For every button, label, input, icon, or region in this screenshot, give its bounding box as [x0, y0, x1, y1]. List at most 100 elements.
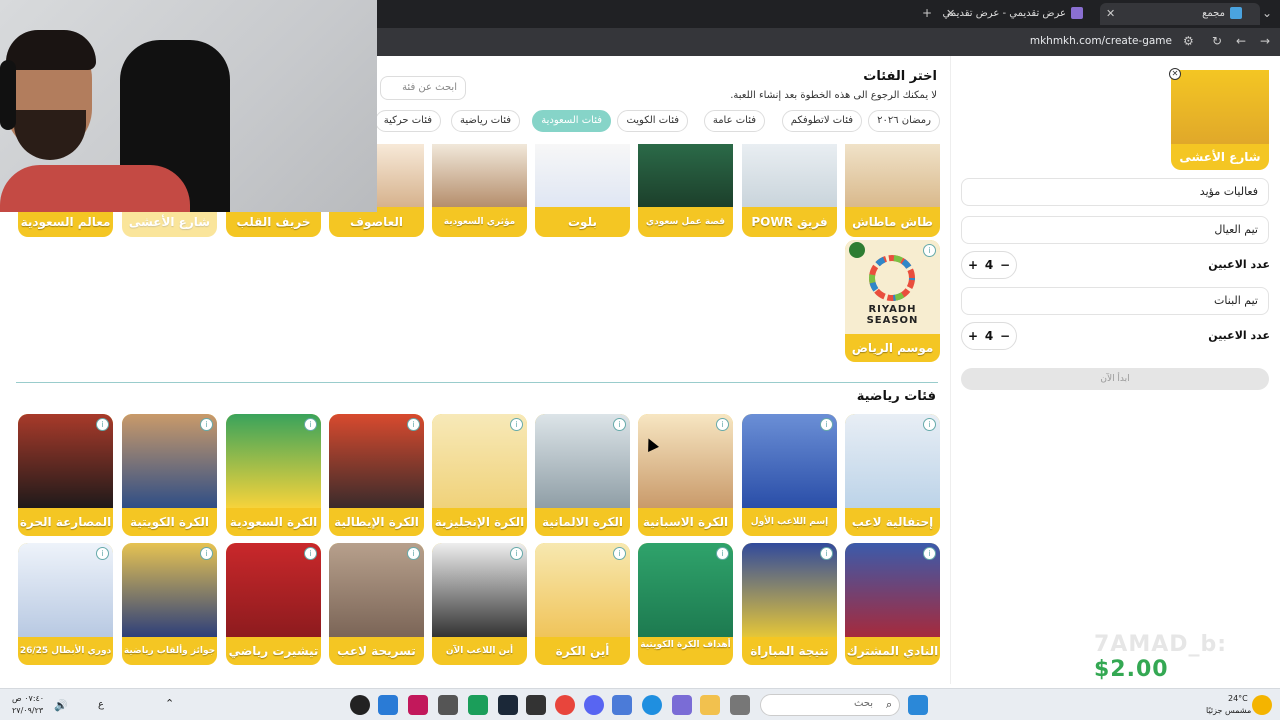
- category-card-riyadh-season[interactable]: RIYADH SEASON i موسم الرياض: [845, 240, 940, 362]
- task-view-icon[interactable]: [730, 695, 750, 715]
- category-card[interactable]: i تسريحة لاعب: [329, 543, 424, 665]
- category-card[interactable]: طاش ماطاش: [845, 144, 940, 237]
- clock-time[interactable]: ٠٧:٤٠ ص: [12, 694, 44, 703]
- increment-icon[interactable]: +: [965, 323, 981, 349]
- info-icon[interactable]: i: [716, 418, 729, 431]
- weather-desc[interactable]: مشمس جزئيًا: [1206, 706, 1251, 715]
- chip-sports[interactable]: فئات رياضية: [451, 110, 520, 132]
- info-icon[interactable]: i: [510, 418, 523, 431]
- reload-icon[interactable]: ↻: [1212, 34, 1222, 48]
- category-card[interactable]: i الكرة الكويتية: [122, 414, 217, 536]
- mail-icon[interactable]: [378, 695, 398, 715]
- decrement-icon[interactable]: −: [997, 252, 1013, 278]
- info-icon[interactable]: i: [923, 547, 936, 560]
- category-card[interactable]: i أين اللاعب الآن: [432, 543, 527, 665]
- tab-search-icon[interactable]: ⌄: [1262, 6, 1272, 20]
- team2-name-input[interactable]: تيم البنات: [961, 287, 1269, 315]
- weather-icon[interactable]: [1252, 695, 1272, 715]
- team1-players-stepper[interactable]: +4−: [961, 251, 1017, 279]
- close-tab-icon[interactable]: ✕: [1106, 3, 1115, 25]
- input-language[interactable]: ع: [98, 699, 104, 710]
- adobe-icon[interactable]: [408, 695, 428, 715]
- weather-temp[interactable]: 24°C: [1228, 694, 1248, 703]
- chip-saudi[interactable]: فئات السعودية: [532, 110, 611, 132]
- forward-icon[interactable]: ←: [1236, 34, 1246, 48]
- discord-icon[interactable]: [584, 695, 604, 715]
- volume-icon[interactable]: 🔊: [54, 699, 68, 712]
- show-hidden-icons[interactable]: ⌃: [165, 697, 174, 710]
- info-icon[interactable]: i: [923, 244, 936, 257]
- info-icon[interactable]: i: [613, 547, 626, 560]
- info-icon[interactable]: i: [820, 418, 833, 431]
- taskbar-search-input[interactable]: بحث: [760, 694, 900, 716]
- tab-title: مجمع: [1202, 8, 1225, 19]
- back-icon[interactable]: →: [1260, 34, 1270, 48]
- chip-general[interactable]: فئات عامة: [703, 110, 765, 132]
- team1-name-input[interactable]: تيم العيال: [961, 216, 1269, 244]
- tab-presentation[interactable]: ✕ عرض تقديمي - عرض تقديمي: [940, 3, 1095, 25]
- epic-games-icon[interactable]: [526, 695, 546, 715]
- decrement-icon[interactable]: −: [997, 323, 1013, 349]
- category-card[interactable]: i إسم اللاعب الأول: [742, 414, 837, 536]
- category-card[interactable]: i النادي المشترك: [845, 543, 940, 665]
- category-card[interactable]: i الكرة الإيطالية: [329, 414, 424, 536]
- chip-kuwait[interactable]: فئات الكويت: [617, 110, 688, 132]
- tab-majma[interactable]: ✕ مجمع: [1100, 3, 1260, 25]
- clock-date[interactable]: ٢٧/٠٩/٢٣: [12, 706, 43, 715]
- category-card[interactable]: i الكرة السعودية: [226, 414, 321, 536]
- info-icon[interactable]: i: [923, 418, 936, 431]
- info-icon[interactable]: i: [200, 547, 213, 560]
- chat-icon[interactable]: [468, 695, 488, 715]
- game-name-input[interactable]: فعاليات مؤيد: [961, 178, 1269, 206]
- chrome-icon[interactable]: [555, 695, 575, 715]
- category-card[interactable]: i إحتفالية لاعب: [845, 414, 940, 536]
- category-card[interactable]: i دوري الأبطال 26/25: [18, 543, 113, 665]
- category-card[interactable]: i أهداف الكرة الكويتية: [638, 543, 733, 665]
- info-icon[interactable]: i: [820, 547, 833, 560]
- info-icon[interactable]: i: [407, 547, 420, 560]
- start-windows-icon[interactable]: [908, 695, 928, 715]
- info-icon[interactable]: i: [304, 547, 317, 560]
- category-card[interactable]: i نتيجة المباراة: [742, 543, 837, 665]
- card-art: [742, 144, 837, 207]
- info-icon[interactable]: i: [613, 418, 626, 431]
- increment-icon[interactable]: +: [965, 252, 981, 278]
- category-card[interactable]: i الكرة الاسبانية: [638, 414, 733, 536]
- obs-icon[interactable]: [350, 695, 370, 715]
- info-icon[interactable]: i: [510, 547, 523, 560]
- info-icon[interactable]: i: [96, 547, 109, 560]
- category-card[interactable]: قصة عمل سعودي: [638, 144, 733, 237]
- category-search-input[interactable]: ابحث عن فئة: [380, 76, 466, 100]
- card-label: إحتفالية لاعب: [851, 515, 934, 529]
- info-icon[interactable]: i: [407, 418, 420, 431]
- chip-movement[interactable]: فئات حركية: [374, 110, 441, 132]
- category-card[interactable]: فريق POWR: [742, 144, 837, 237]
- steam-icon[interactable]: [498, 695, 518, 715]
- info-icon[interactable]: i: [716, 547, 729, 560]
- category-card[interactable]: i الكرة الإنجليزية: [432, 414, 527, 536]
- file-explorer-icon[interactable]: [700, 695, 720, 715]
- category-card[interactable]: i الكرة الالمانية: [535, 414, 630, 536]
- category-card[interactable]: i جوائز وألقاب رياضية: [122, 543, 217, 665]
- category-card[interactable]: بلوت: [535, 144, 630, 237]
- game-app-icon[interactable]: [672, 695, 692, 715]
- chip-latatofkum[interactable]: فئات لاتطوفكم: [781, 110, 862, 132]
- start-game-button[interactable]: ابدأ الآن: [961, 368, 1269, 390]
- info-icon[interactable]: i: [304, 418, 317, 431]
- store-icon[interactable]: [612, 695, 632, 715]
- url-field[interactable]: mkhmkh.com/create-game: [1030, 35, 1172, 47]
- chip-ramadan[interactable]: رمضان ٢٠٢٦: [868, 110, 940, 132]
- info-icon[interactable]: i: [200, 418, 213, 431]
- team2-players-stepper[interactable]: +4−: [961, 322, 1017, 350]
- category-card[interactable]: i المصارعة الحرة: [18, 414, 113, 536]
- category-card[interactable]: مؤثري السعودية: [432, 144, 527, 237]
- info-icon[interactable]: i: [96, 418, 109, 431]
- remove-selected-icon[interactable]: ✕: [1169, 68, 1181, 80]
- edge-icon[interactable]: [642, 695, 662, 715]
- category-card[interactable]: i تيشيرت رياضي: [226, 543, 321, 665]
- new-tab-icon[interactable]: +: [922, 6, 932, 20]
- settings-icon[interactable]: [438, 695, 458, 715]
- category-card[interactable]: i أين الكرة: [535, 543, 630, 665]
- selected-category-card[interactable]: شارع الأعشى: [1171, 70, 1269, 170]
- site-settings-icon[interactable]: ⚙: [1183, 34, 1194, 48]
